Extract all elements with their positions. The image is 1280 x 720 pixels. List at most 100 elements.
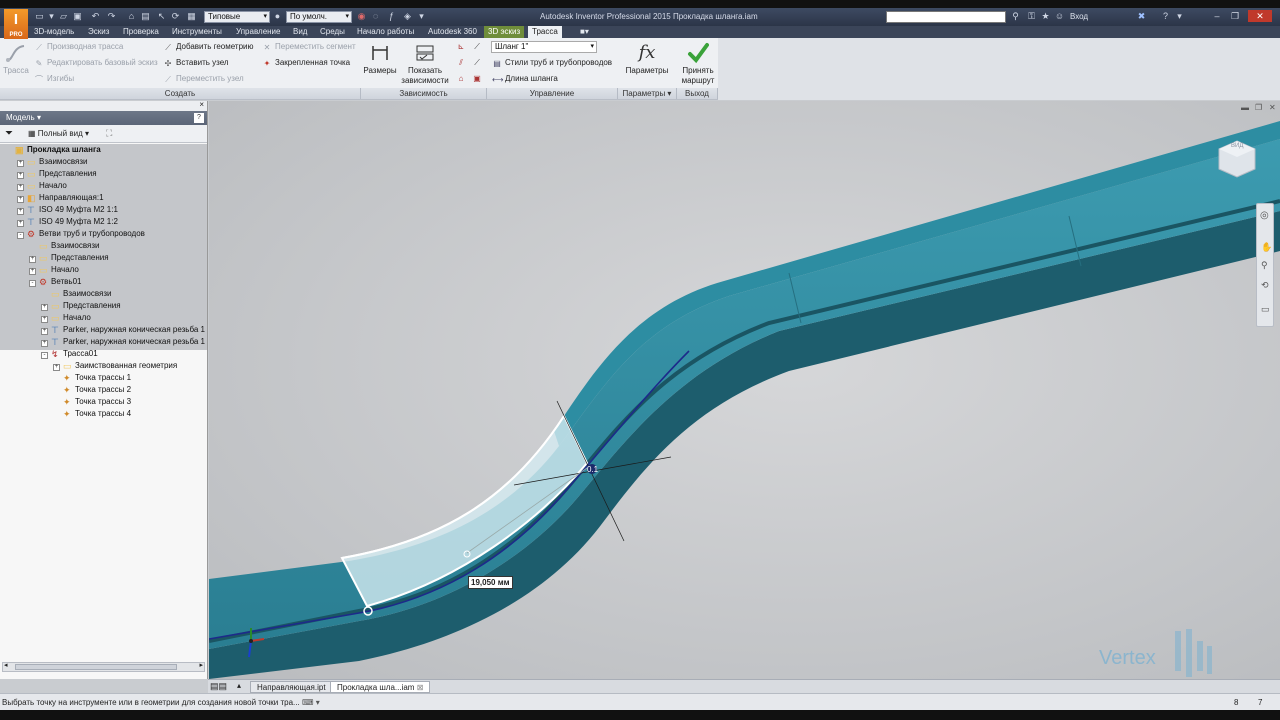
tab-environments[interactable]: Среды: [316, 26, 349, 38]
browser-tree-item[interactable]: - ↯ Трасса01: [41, 348, 98, 360]
tab-view[interactable]: Вид: [289, 26, 311, 38]
collapse-icon[interactable]: -: [29, 280, 36, 287]
pan-icon[interactable]: ✋: [1261, 242, 1272, 253]
zoom-icon[interactable]: ⚲: [1261, 260, 1268, 271]
browser-tree-item[interactable]: + ▭ Представления: [41, 300, 121, 312]
browser-title-bar[interactable]: Модель ▾ ?: [0, 111, 207, 125]
dimension-button[interactable]: Размеры: [363, 42, 397, 76]
browser-tree-item[interactable]: + ▭ Заимствованная геометрия: [53, 360, 177, 372]
edit-base-sketch-button[interactable]: ✎ Редактировать базовый эскиз: [34, 58, 158, 68]
expand-icon[interactable]: +: [29, 256, 36, 263]
add-geometry-button[interactable]: ⟋ Добавить геометрию: [163, 42, 253, 52]
route-button[interactable]: Трасса: [2, 42, 30, 76]
derived-route-button[interactable]: ⟋ Производная трасса: [34, 42, 123, 52]
parallel-icon[interactable]: ⫽: [456, 58, 466, 67]
find-icon[interactable]: ⛶: [106, 128, 112, 139]
graphics-viewport[interactable]: 0.1 Vertex 19,050 мм ВИД ▬ ❐ ✕ ◎ ✋ ⚲ ⟲ ▭: [209, 101, 1280, 679]
customize-icon[interactable]: ▾: [416, 11, 427, 22]
expand-icon[interactable]: +: [17, 184, 24, 191]
tab-route[interactable]: Трасса: [528, 26, 562, 38]
new-dropdown-icon[interactable]: ▾: [46, 11, 57, 22]
tab-sketch[interactable]: Эскиз: [84, 26, 113, 38]
tab-options-icon[interactable]: ■▾: [576, 26, 593, 38]
expand-icon[interactable]: +: [29, 268, 36, 275]
expand-icon[interactable]: +: [17, 208, 24, 215]
browser-tree-item[interactable]: + ⊤ ISO 49 Муфта М2 1:2: [17, 216, 118, 228]
doc-tab-assembly[interactable]: Прокладка шла...iam ⊠: [330, 681, 431, 693]
expand-icon[interactable]: +: [17, 196, 24, 203]
undo-icon[interactable]: ↶: [90, 11, 101, 22]
material-select[interactable]: Типовые ▾: [204, 11, 270, 23]
minimize-icon[interactable]: –: [1210, 10, 1224, 22]
tab-manage[interactable]: Управление: [232, 26, 284, 38]
fx-icon[interactable]: ƒ: [386, 11, 397, 22]
view-select[interactable]: ▦ Полный вид ▾: [28, 129, 89, 138]
coincident-icon[interactable]: ⟋: [472, 42, 482, 51]
update-icon[interactable]: ⟳: [170, 11, 181, 22]
doc-tab-guide[interactable]: Направляющая.ipt: [250, 681, 333, 693]
browser-tree-item[interactable]: + ▭ Начало: [41, 312, 91, 324]
ilogic-icon[interactable]: ◈: [402, 11, 413, 22]
browser-tree-item[interactable]: ✦ Точка трассы 2: [53, 384, 131, 396]
move-segment-button[interactable]: ✕ Переместить сегмент: [262, 42, 356, 52]
redo-icon[interactable]: ↷: [106, 11, 117, 22]
browser-tree-item[interactable]: + ▭ Взаимосвязи: [17, 156, 88, 168]
star-icon[interactable]: ★: [1040, 11, 1051, 22]
browser-tree-item[interactable]: + ▭ Представления: [17, 168, 97, 180]
tab-autodesk-360[interactable]: Autodesk 360: [424, 26, 481, 38]
browser-tree-item[interactable]: + ⊤ ISO 49 Муфта М2 1:1: [17, 204, 118, 216]
user-icon[interactable]: ☺: [1054, 11, 1065, 22]
steering-wheel-icon[interactable]: ◎: [1260, 210, 1269, 221]
viewport-minimize-icon[interactable]: ▬: [1241, 103, 1249, 112]
exchange-icon[interactable]: ✖: [1136, 11, 1147, 22]
expand-icon[interactable]: +: [41, 304, 48, 311]
show-constraints-button[interactable]: Показать зависимости: [400, 42, 450, 86]
browser-tree-item[interactable]: ▣ Прокладка шланга: [5, 144, 101, 156]
new-icon[interactable]: ▭: [34, 11, 45, 22]
clear-override-icon[interactable]: ◉: [356, 11, 367, 22]
browser-tree-item[interactable]: + ◧ Направляющая:1: [17, 192, 104, 204]
fix-icon[interactable]: ⌂: [456, 74, 466, 83]
viewport-close-icon[interactable]: ✕: [1269, 103, 1276, 112]
login-link[interactable]: Вход: [1070, 12, 1088, 21]
subscription-icon[interactable]: ⚿: [1026, 11, 1037, 22]
browser-tree-item[interactable]: - ⚙ Ветви труб и трубопроводов: [17, 228, 145, 240]
browser-tree-item[interactable]: ✦ Точка трассы 4: [53, 408, 131, 420]
measure-icon[interactable]: ▦: [186, 11, 197, 22]
appearance-icon[interactable]: ●: [272, 11, 283, 22]
close-icon[interactable]: ✕: [1248, 10, 1272, 22]
collapse-icon[interactable]: -: [17, 232, 24, 239]
browser-tree-item[interactable]: + ⊤ Parker, наружная коническая резьба 1: [41, 324, 205, 336]
bends-button[interactable]: ⌒ Изгибы: [34, 74, 74, 84]
expand-icon[interactable]: +: [41, 328, 48, 335]
save-icon[interactable]: ▣: [72, 11, 83, 22]
tab-tools[interactable]: Инструменты: [168, 26, 226, 38]
browser-tree-item[interactable]: ✦ Точка трассы 1: [53, 372, 131, 384]
help-dropdown-icon[interactable]: ▾: [1174, 11, 1185, 22]
inventor-logo[interactable]: I PRO: [4, 9, 28, 39]
scroll-right-icon[interactable]: ▸: [199, 661, 203, 669]
collapse-icon[interactable]: -: [41, 352, 48, 359]
look-at-icon[interactable]: ▭: [1261, 304, 1270, 315]
search-icon[interactable]: ⚲: [1010, 11, 1021, 22]
open-icon[interactable]: ▱: [58, 11, 69, 22]
expand-icon[interactable]: +: [17, 220, 24, 227]
tab-get-started[interactable]: Начало работы: [353, 26, 418, 38]
adjust-icon[interactable]: ◌: [370, 11, 381, 22]
viewport-restore-icon[interactable]: ❐: [1255, 103, 1262, 112]
browser-help-icon[interactable]: ?: [194, 113, 204, 123]
browser-close-icon[interactable]: ×: [199, 100, 204, 109]
orbit-icon[interactable]: ⟲: [1261, 280, 1269, 291]
expand-icon[interactable]: +: [41, 340, 48, 347]
help-icon[interactable]: ?: [1160, 11, 1171, 22]
fixed-point-button[interactable]: ✦ Закрепленная точка: [262, 58, 350, 68]
lock-icon[interactable]: ▣: [472, 74, 482, 83]
hose-model-canvas[interactable]: 0.1 Vertex: [209, 101, 1280, 679]
tab-inspect[interactable]: Проверка: [119, 26, 163, 38]
expand-icon[interactable]: +: [17, 160, 24, 167]
perpendicular-icon[interactable]: ⊾: [456, 42, 466, 51]
folder-icon[interactable]: ▤: [140, 11, 151, 22]
viewcube[interactable]: ВИД: [1215, 137, 1259, 181]
doc-tab-close-icon[interactable]: ⊠: [417, 683, 424, 692]
browser-tree-item[interactable]: ▭ Взаимосвязи: [41, 288, 112, 300]
